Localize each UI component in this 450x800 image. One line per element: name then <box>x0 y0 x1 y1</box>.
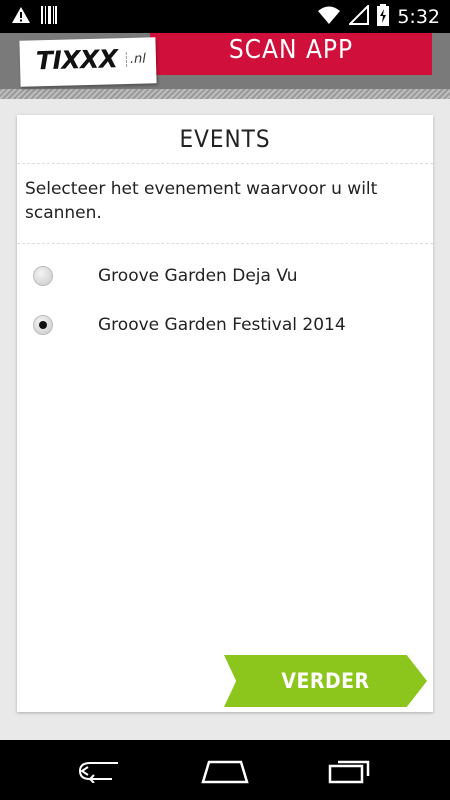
warning-icon <box>11 6 31 28</box>
verder-button[interactable]: VERDER <box>224 655 427 707</box>
title-banner: SCAN APP <box>150 33 432 75</box>
status-bar: 5:32 <box>0 0 450 33</box>
divider <box>17 163 433 164</box>
card-title: EVENTS <box>179 125 271 153</box>
app-header: SCAN APP TIXXX .nl <box>0 33 450 99</box>
tixxx-logo: TIXXX .nl <box>19 37 157 87</box>
navigation-bar <box>0 740 450 800</box>
divider <box>17 243 433 244</box>
recent-apps-icon[interactable] <box>320 754 380 788</box>
wifi-icon <box>317 5 341 29</box>
intro-text: Selecteer het evenement waarvoor u wilt … <box>25 179 378 223</box>
event-option-label: Groove Garden Festival 2014 <box>98 315 346 335</box>
battery-charging-icon <box>377 4 390 30</box>
clock: 5:32 <box>397 6 440 28</box>
event-option-festival-2014[interactable]: Groove Garden Festival 2014 <box>33 315 346 335</box>
radio-unselected[interactable] <box>33 266 53 286</box>
event-option-label: Groove Garden Deja Vu <box>98 266 298 286</box>
verder-button-label: VERDER <box>281 669 370 693</box>
events-card: EVENTS Selecteer het evenement waarvoor … <box>17 115 433 712</box>
app-title: SCAN APP <box>228 35 354 65</box>
signal-icon <box>347 3 370 29</box>
radio-selected[interactable] <box>33 315 53 335</box>
barcode-icon <box>41 6 57 28</box>
logo-brand: TIXXX <box>35 44 118 76</box>
header-stripe <box>0 89 450 99</box>
back-icon[interactable] <box>70 754 130 788</box>
home-icon[interactable] <box>195 754 255 788</box>
logo-tld: .nl <box>125 51 147 68</box>
event-option-deja-vu[interactable]: Groove Garden Deja Vu <box>33 266 298 286</box>
